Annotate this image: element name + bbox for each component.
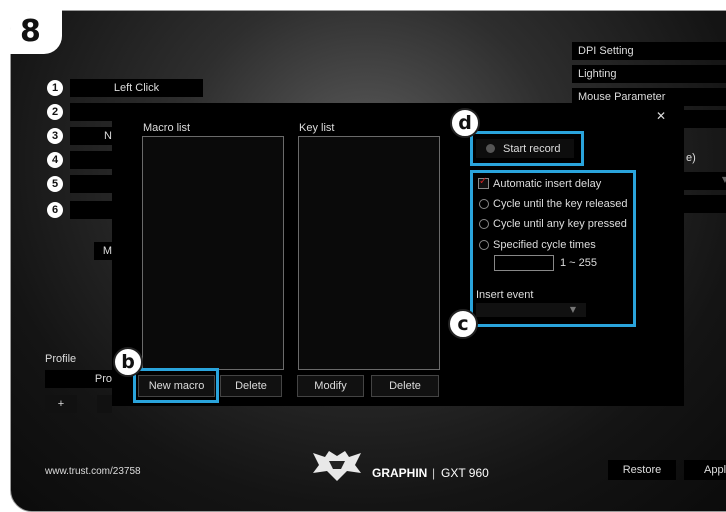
macro-list-label: Macro list	[143, 122, 191, 134]
model-name: GXT 960	[441, 466, 489, 480]
button-number-6: 6	[47, 202, 63, 218]
delete-macro-button[interactable]: Delete	[220, 375, 282, 397]
close-icon[interactable]: ✕	[656, 109, 666, 123]
profile-label: Profile	[45, 353, 77, 365]
menu-dpi-setting[interactable]: DPI Setting	[572, 42, 726, 60]
right-field-partial[interactable]	[684, 195, 726, 213]
brand-name: GRAPHIN	[372, 466, 428, 480]
add-profile-button[interactable]: +	[45, 395, 77, 413]
highlight-options	[470, 170, 636, 327]
button-assign-6[interactable]	[70, 201, 112, 219]
badge-b: b	[113, 347, 143, 377]
modify-button[interactable]: Modify	[297, 375, 364, 397]
apply-button[interactable]: Appl	[684, 460, 726, 480]
brand-separator: |	[432, 466, 436, 480]
button-number-5: 5	[47, 176, 63, 192]
badge-d: d	[450, 108, 480, 138]
macro-list-box[interactable]	[142, 136, 284, 370]
profile-button-partial[interactable]	[97, 395, 112, 413]
button-assign-4[interactable]	[70, 151, 112, 169]
button-number-4: 4	[47, 152, 63, 168]
step-number: 8	[20, 14, 41, 49]
button-assign-2[interactable]	[70, 103, 112, 121]
key-list-label: Key list	[299, 122, 335, 134]
button-number-3: 3	[47, 128, 63, 144]
highlight-start-record	[470, 131, 584, 166]
delete-key-button[interactable]: Delete	[371, 375, 439, 397]
button-assign-5[interactable]	[70, 175, 112, 193]
button-assign-1[interactable]: Left Click	[70, 79, 203, 97]
restore-button[interactable]: Restore	[608, 460, 676, 480]
menu-item-partial[interactable]	[684, 110, 726, 128]
macro-button-partial[interactable]: M	[94, 242, 112, 260]
website-url[interactable]: www.trust.com/23758	[45, 466, 141, 477]
badge-c: c	[448, 309, 478, 339]
profile-select[interactable]: Pro	[45, 370, 114, 388]
menu-lighting[interactable]: Lighting	[572, 65, 726, 83]
right-dropdown-partial[interactable]: ▼	[684, 172, 726, 190]
button-number-2: 2	[47, 104, 63, 120]
button-assign-3[interactable]: N	[70, 127, 112, 145]
gxt-logo-icon	[313, 451, 361, 481]
button-number-1: 1	[47, 80, 63, 96]
key-list-box[interactable]	[298, 136, 440, 370]
right-partial-label: e)	[686, 152, 696, 164]
highlight-new-macro	[133, 368, 219, 403]
chevron-down-icon: ▼	[721, 175, 726, 184]
